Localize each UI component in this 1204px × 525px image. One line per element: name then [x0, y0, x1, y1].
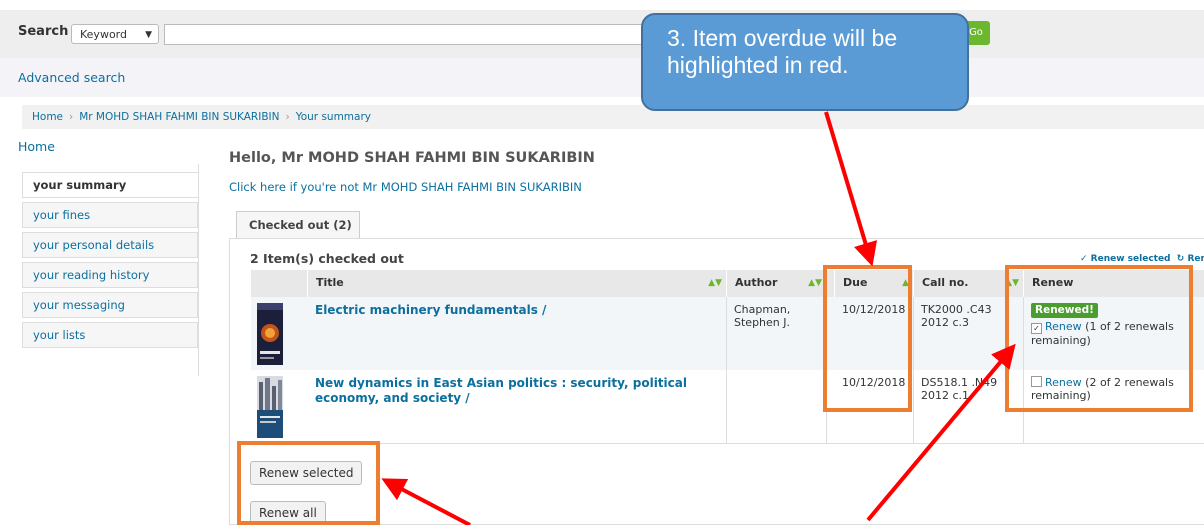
- arrow-to-renew: [866, 343, 1016, 522]
- arrow-to-buttons: [381, 478, 471, 525]
- annotation-arrows: [381, 111, 1016, 525]
- arrow-to-due: [824, 111, 878, 267]
- annotation-callout: 3. Item overdue will be highlighted in r…: [641, 13, 969, 111]
